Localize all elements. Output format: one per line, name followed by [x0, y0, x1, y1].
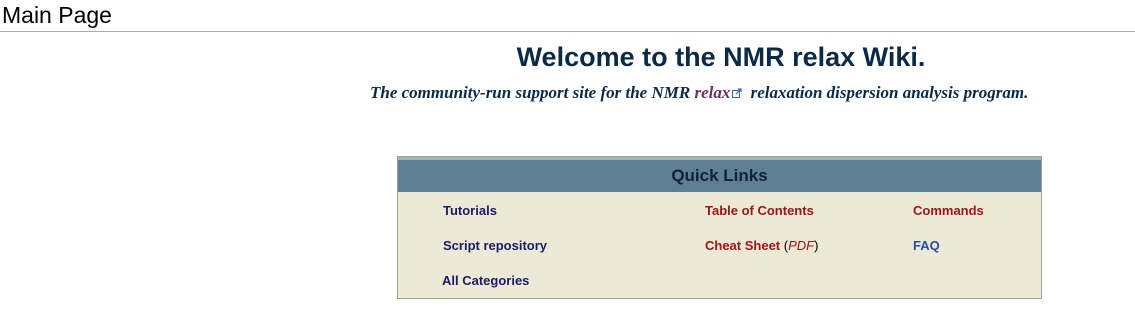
tagline-text-before: The community-run support site for the N… — [370, 83, 691, 102]
welcome-title: Welcome to the NMR relax Wiki. — [516, 42, 926, 72]
welcome-tagline: The community-run support site for the N… — [370, 83, 1028, 103]
relax-external-link[interactable]: relax — [694, 83, 730, 102]
link-cheat-sheet[interactable]: Cheat Sheet — [705, 238, 780, 253]
link-script-repository[interactable]: Script repository — [443, 238, 547, 253]
link-faq[interactable]: FAQ — [913, 238, 940, 253]
link-commands[interactable]: Commands — [913, 203, 984, 218]
tagline-text-after: relaxation dispersion analysis program. — [750, 83, 1029, 102]
link-all-categories[interactable]: All Categories — [442, 273, 529, 288]
cheat-sheet-paren-close: ) — [814, 238, 819, 253]
quick-links-box: Quick Links Tutorials Table of Contents … — [397, 156, 1042, 299]
page-title: Main Page — [2, 2, 112, 28]
external-link-icon — [732, 83, 742, 98]
heading-divider — [0, 31, 1135, 32]
link-cheat-sheet-pdf[interactable]: PDF — [788, 238, 814, 253]
link-tutorials[interactable]: Tutorials — [443, 203, 497, 218]
cheat-sheet-entry: Cheat Sheet (PDF) — [705, 238, 818, 253]
quick-links-header: Quick Links — [398, 157, 1041, 192]
link-table-of-contents[interactable]: Table of Contents — [705, 203, 814, 218]
